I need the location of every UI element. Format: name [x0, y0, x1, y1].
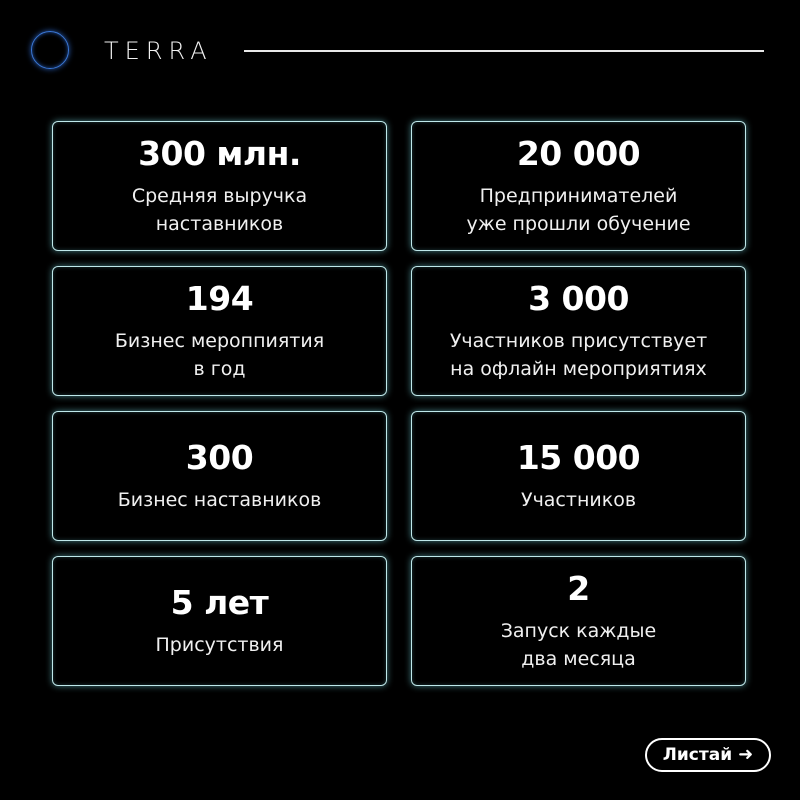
stat-label: Запуск каждые два месяца: [500, 620, 657, 670]
stat-card: 15 000 Участников: [411, 411, 746, 541]
stat-value: 300 млн.: [138, 134, 301, 173]
next-button-label: Листай: [662, 745, 733, 765]
stat-card: 300 Бизнес наставников: [52, 411, 387, 541]
stat-label: Предпринимателей уже прошли обучение: [466, 185, 691, 235]
header: TERRA: [0, 0, 800, 100]
stat-value: 194: [185, 279, 254, 318]
stat-label: Участников присутствует на офлайн меропр…: [449, 330, 708, 380]
stat-value: 3 000: [528, 279, 629, 318]
stat-card: 194 Бизнес мероппиятия в год: [52, 266, 387, 396]
stat-value: 300: [185, 438, 254, 477]
brand-name: TERRA: [104, 37, 213, 65]
stat-card: 20 000 Предпринимателей уже прошли обуче…: [411, 121, 746, 251]
stat-label: Участников: [520, 489, 637, 511]
stat-label: Средняя выручка наставников: [131, 185, 308, 235]
stats-grid: 300 млн. Средняя выручка наставников 20 …: [52, 121, 746, 686]
stat-value: 2: [567, 569, 590, 608]
header-divider: [244, 50, 764, 52]
stat-label: Бизнес мероппиятия в год: [114, 330, 325, 380]
stat-card: 3 000 Участников присутствует на офлайн …: [411, 266, 746, 396]
next-slide-button[interactable]: Листай ➜: [645, 738, 771, 772]
stat-card: 300 млн. Средняя выручка наставников: [52, 121, 387, 251]
stat-value: 15 000: [516, 438, 641, 477]
stat-value: 20 000: [516, 134, 641, 173]
stat-label: Бизнес наставников: [117, 489, 322, 511]
stat-card: 2 Запуск каждые два месяца: [411, 556, 746, 686]
arrow-right-icon: ➜: [738, 744, 754, 765]
stat-value: 5 лет: [170, 583, 269, 622]
stat-label: Присутствия: [155, 634, 284, 656]
stat-card: 5 лет Присутствия: [52, 556, 387, 686]
logo-ring-icon: [31, 31, 69, 69]
